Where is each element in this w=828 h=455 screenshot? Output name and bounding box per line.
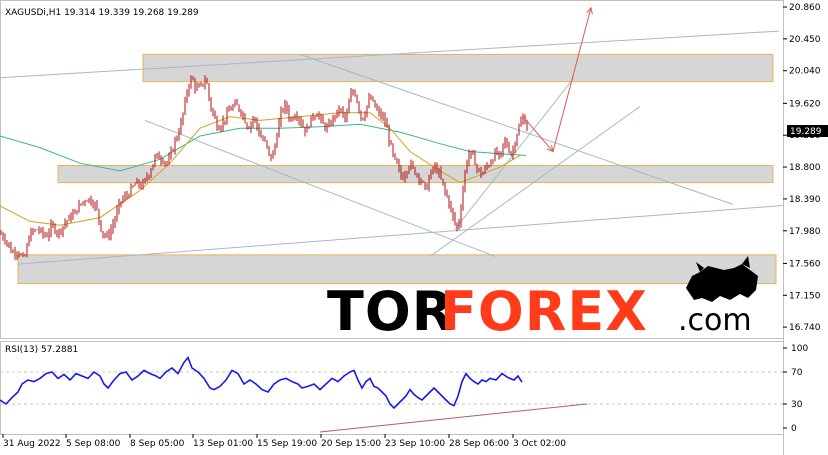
price-tick-label: 20.860 [789, 3, 821, 13]
price-tick-label: 20.450 [789, 35, 821, 45]
watermark-text-domain: .com [678, 303, 752, 338]
time-tick-label: 20 Sep 15:00 [321, 439, 381, 449]
sr-zone-0 [142, 53, 774, 83]
time-tick-label: 3 Oct 02:00 [513, 439, 566, 449]
price-tick-label: 17.980 [789, 227, 821, 237]
watermark-text-tor: TOR [327, 280, 454, 343]
price-tick-label: 20.040 [789, 67, 821, 77]
price-tick-label: 16.740 [789, 323, 821, 333]
time-tick-label: 8 Sep 05:00 [130, 439, 185, 449]
price-tick-label: 17.150 [789, 291, 821, 301]
rsi-tick-label: 70 [791, 368, 803, 378]
price-tick-label: 17.560 [789, 259, 821, 269]
price-tick-label: 18.390 [789, 195, 821, 205]
time-tick-label: 13 Sep 01:00 [193, 439, 253, 449]
time-tick-label: 15 Sep 19:00 [257, 439, 317, 449]
rsi-tick-label: 0 [791, 424, 797, 434]
symbol-header: XAGUSDi,H1 19.314 19.339 19.268 19.289 [5, 8, 199, 18]
time-tick-label: 31 Aug 2022 [3, 439, 61, 449]
price-tick-label: 19.620 [789, 99, 821, 109]
time-tick-label: 23 Sep 10:00 [385, 439, 445, 449]
time-tick-label: 5 Sep 08:00 [66, 439, 121, 449]
rsi-tick-label: 30 [791, 400, 803, 410]
current-price-label: 19.289 [790, 127, 822, 137]
price-tick-label: 18.800 [789, 163, 821, 173]
rsi-axis: 100 70 30 0 [783, 344, 808, 434]
rsi-header: RSI(13) 57.2881 [5, 345, 78, 355]
rsi-tick-label: 100 [791, 344, 808, 354]
time-tick-label: 28 Sep 06:00 [449, 439, 509, 449]
time-axis: 31 Aug 2022 5 Sep 08:00 8 Sep 05:00 13 Sep … [2, 434, 566, 449]
chart-svg: 20.86020.45020.04019.62019.21018.80018.3… [0, 0, 828, 455]
chart-root: 20.86020.45020.04019.62019.21018.80018.3… [0, 0, 828, 455]
watermark-text-forex: FOREX [440, 280, 648, 343]
rsi-panel-frame [0, 341, 784, 435]
price-axis: 20.86020.45020.04019.62019.21018.80018.3… [783, 3, 821, 333]
